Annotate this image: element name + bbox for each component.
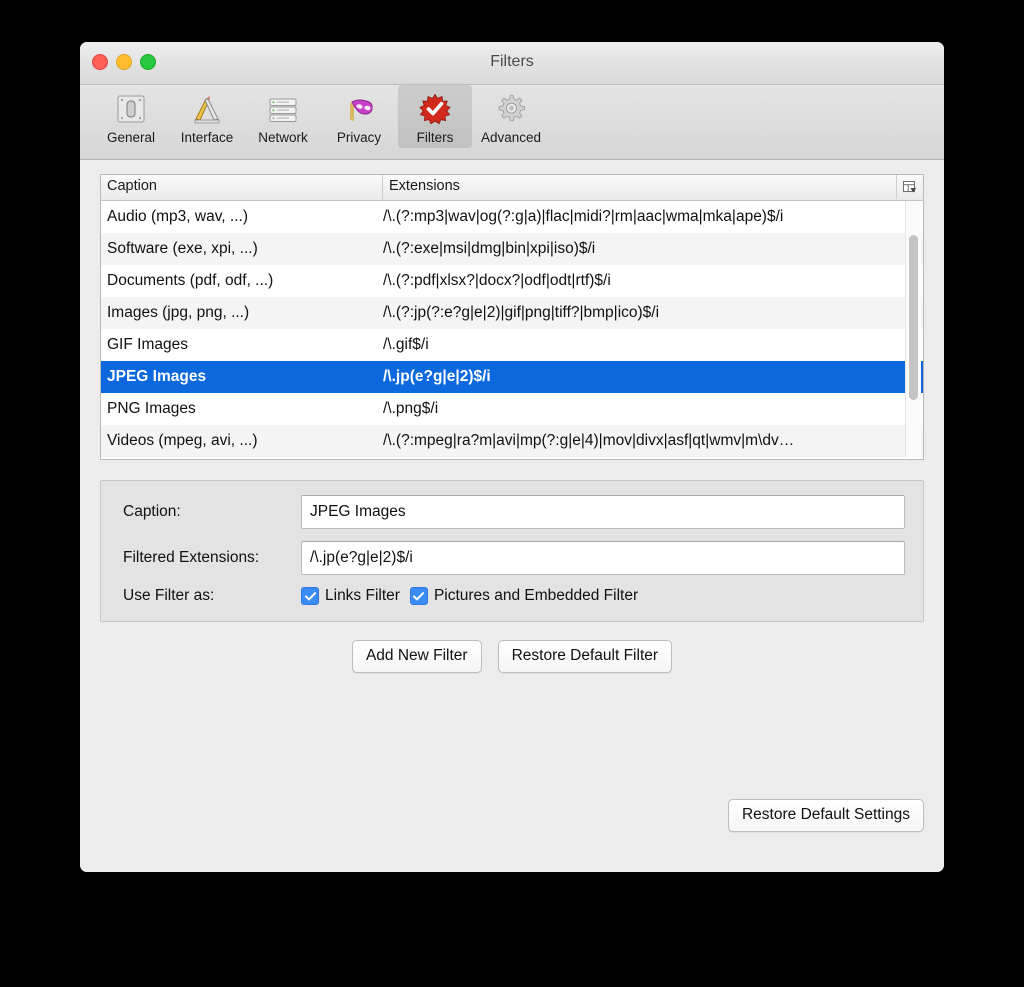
pictures-embedded-filter-label: Pictures and Embedded Filter	[433, 587, 639, 604]
toolbar-item-network[interactable]: Network	[246, 85, 320, 148]
general-icon	[111, 89, 151, 129]
filter-usage-checkboxes: Links Filter Pictures and Embedded Filte…	[301, 587, 638, 605]
table-scrollbar-thumb[interactable]	[909, 235, 918, 400]
table-row[interactable]: PNG Images /\.png$/i	[101, 393, 923, 425]
toolbar-item-general[interactable]: General	[94, 85, 168, 148]
pictures-embedded-filter-checkbox[interactable]: Pictures and Embedded Filter	[409, 587, 639, 605]
toolbar-item-general-label: General	[106, 130, 156, 145]
toolbar-item-privacy-label: Privacy	[336, 130, 382, 145]
add-new-filter-button[interactable]: Add New Filter	[351, 640, 482, 673]
caption-field-row: Caption: JPEG Images	[119, 495, 905, 529]
table-row[interactable]: Documents (pdf, odf, ...) /\.(?:pdf|xlsx…	[101, 265, 923, 297]
cell-extensions: /\.(?:jp(?:e?g|e|2)|gif|png|tiff?|bmp|ic…	[383, 304, 660, 321]
cell-caption: PNG Images	[107, 400, 196, 417]
column-options-icon[interactable]	[896, 175, 923, 199]
privacy-icon	[339, 89, 379, 129]
cell-extensions: /\.gif$/i	[383, 336, 429, 353]
preferences-toolbar: General Interface Network Privacy Filter…	[80, 85, 944, 160]
cell-extensions: /\.(?:exe|msi|dmg|bin|xpi|iso)$/i	[383, 240, 596, 257]
links-filter-checkbox[interactable]: Links Filter	[301, 587, 400, 605]
cell-extensions: /\.png$/i	[383, 400, 439, 417]
interface-icon	[187, 89, 227, 129]
filters-table: Caption Extensions Audio (mp3, wav, ...)…	[100, 174, 924, 460]
filter-detail-form: Caption: JPEG Images Filtered Extensions…	[100, 480, 924, 622]
extensions-input[interactable]: /\.jp(e?g|e|2)$/i	[301, 541, 905, 575]
extensions-field-row: Filtered Extensions: /\.jp(e?g|e|2)$/i	[119, 541, 905, 575]
toolbar-item-filters-label: Filters	[416, 130, 454, 145]
cell-extensions: /\.(?:mpeg|ra?m|avi|mp(?:g|e|4)|mov|divx…	[383, 432, 795, 449]
cell-caption: JPEG Images	[107, 368, 207, 385]
table-row-selected[interactable]: JPEG Images /\.jp(e?g|e|2)$/i	[101, 361, 923, 393]
column-header-extensions[interactable]: Extensions	[383, 175, 923, 200]
window-title: Filters	[490, 53, 534, 70]
toolbar-item-privacy[interactable]: Privacy	[322, 85, 396, 148]
restore-default-settings-button[interactable]: Restore Default Settings	[727, 799, 924, 832]
use-filter-label: Use Filter as:	[123, 587, 215, 604]
table-row[interactable]: GIF Images /\.gif$/i	[101, 329, 923, 361]
table-row[interactable]: Software (exe, xpi, ...) /\.(?:exe|msi|d…	[101, 233, 923, 265]
cell-extensions: /\.(?:pdf|xlsx?|docx?|odf|odt|rtf)$/i	[383, 272, 611, 289]
toolbar-item-advanced[interactable]: Advanced	[474, 85, 548, 148]
cell-extensions: /\.(?:mp3|wav|og(?:g|a)|flac|midi?|rm|aa…	[383, 208, 784, 225]
checkmark-icon	[301, 587, 319, 605]
cell-caption: Images (jpg, png, ...)	[107, 304, 250, 321]
cell-caption: GIF Images	[107, 336, 188, 353]
filters-pane: Caption Extensions Audio (mp3, wav, ...)…	[80, 160, 944, 872]
cell-caption: Audio (mp3, wav, ...)	[107, 208, 248, 225]
toolbar-item-interface-label: Interface	[180, 130, 234, 145]
table-header: Caption Extensions	[101, 175, 923, 201]
caption-field-label: Caption:	[123, 503, 181, 520]
cell-extensions: /\.jp(e?g|e|2)$/i	[383, 368, 491, 385]
restore-default-filter-button[interactable]: Restore Default Filter	[497, 640, 673, 673]
table-body: Audio (mp3, wav, ...) /\.(?:mp3|wav|og(?…	[101, 201, 923, 457]
links-filter-label: Links Filter	[325, 587, 400, 604]
extensions-field-label: Filtered Extensions:	[123, 549, 260, 566]
network-icon	[263, 89, 303, 129]
table-row[interactable]: Audio (mp3, wav, ...) /\.(?:mp3|wav|og(?…	[101, 201, 923, 233]
toolbar-item-interface[interactable]: Interface	[170, 85, 244, 148]
title-bar: Filters	[80, 42, 944, 85]
caption-input[interactable]: JPEG Images	[301, 495, 905, 529]
table-row[interactable]: Videos (mpeg, avi, ...) /\.(?:mpeg|ra?m|…	[101, 425, 923, 457]
checkmark-icon	[409, 587, 428, 605]
cell-caption: Software (exe, xpi, ...)	[107, 240, 258, 257]
table-row[interactable]: Images (jpg, png, ...) /\.(?:jp(?:e?g|e|…	[101, 297, 923, 329]
cell-caption: Videos (mpeg, avi, ...)	[107, 432, 258, 449]
toolbar-item-network-label: Network	[258, 130, 308, 145]
preferences-window: Filters General Interface Network Privac…	[80, 42, 944, 872]
advanced-icon	[491, 89, 531, 129]
toolbar-item-filters[interactable]: Filters	[398, 85, 472, 148]
toolbar-item-advanced-label: Advanced	[480, 130, 542, 145]
filter-actions: Add New Filter Restore Default Filter	[100, 640, 924, 673]
table-scrollbar[interactable]	[905, 201, 921, 457]
cell-caption: Documents (pdf, odf, ...)	[107, 272, 274, 289]
column-header-caption[interactable]: Caption	[101, 175, 383, 200]
use-filter-row: Use Filter as: Links Filter Pictures and…	[119, 587, 905, 605]
filters-icon	[415, 89, 455, 129]
